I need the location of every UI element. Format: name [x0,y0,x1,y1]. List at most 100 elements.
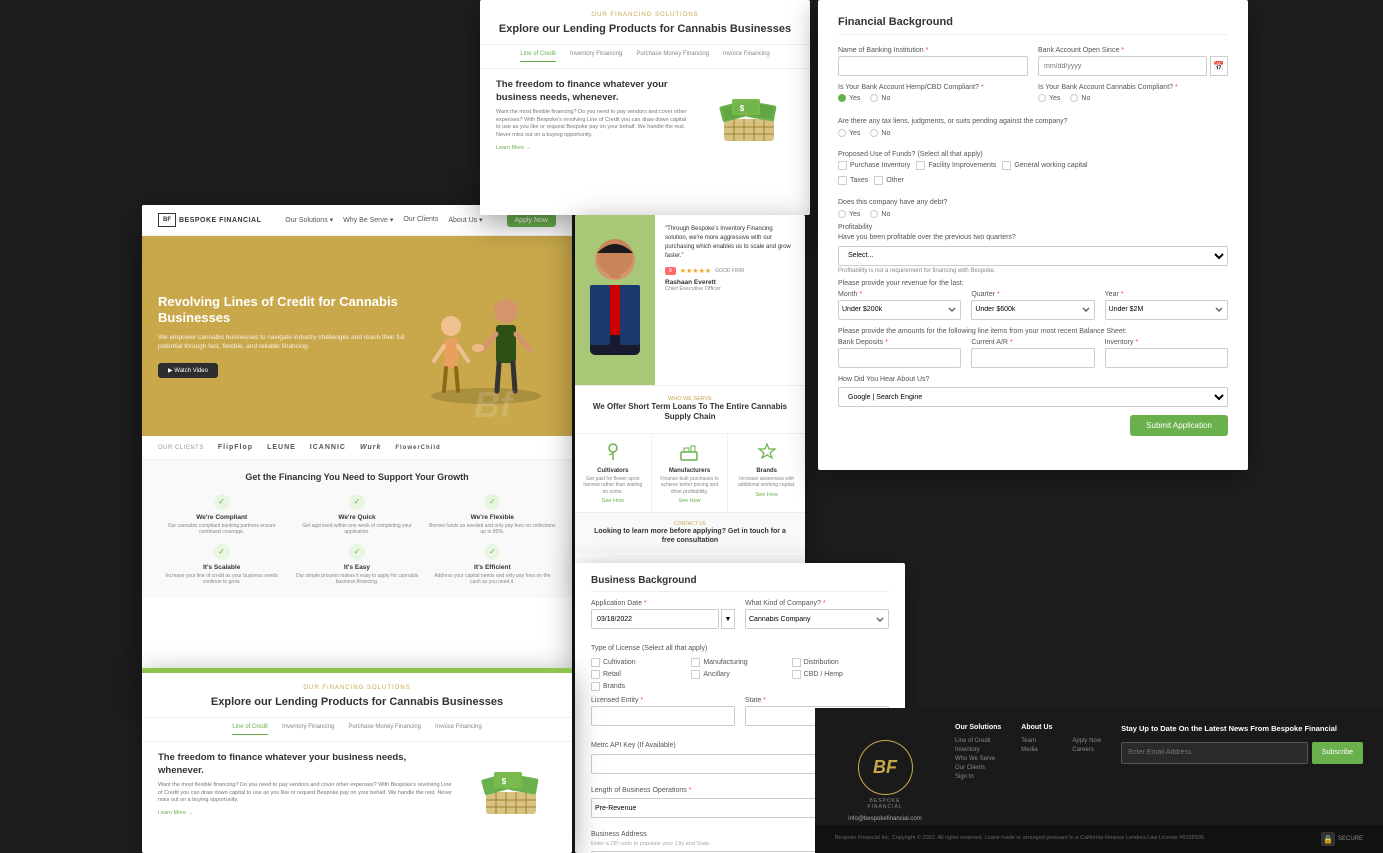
checkbox-working-capital[interactable]: General working capital [1002,161,1087,170]
inventory-input[interactable] [1105,348,1228,368]
bf-watermark: Bf [474,384,512,426]
hemp-yes-radio[interactable]: Yes [838,94,860,102]
tab-inventory[interactable]: Inventory Financing [570,51,622,62]
profitability-select[interactable]: Select... [838,246,1228,266]
app-date-calendar-icon[interactable]: ▼ [721,609,735,629]
logo-box: BF [158,213,176,227]
tab-purchase-money[interactable]: Purchase Money Financing [636,51,709,62]
supply-title: We Offer Short Term Loans To The Entire … [587,402,793,423]
supply-brands: Brands Increase awareness with additiona… [728,434,805,513]
newsletter-email-input[interactable] [1121,742,1308,764]
manufacturers-see-how[interactable]: See How [658,498,722,504]
lic-cultivation[interactable]: Cultivation [591,658,688,667]
footer-brand: BESPOKEFINANCIAL [867,798,902,810]
banking-institution-label: Name of Banking Institution * [838,47,1028,54]
checkbox-other[interactable]: Other [874,176,904,185]
debt-group: Does this company have any debt? Yes No [838,191,1228,218]
license-type-label: Type of License (Select all that apply) [591,645,707,652]
feature-efficient-desc: Address your capital needs and only pay … [429,573,556,586]
footer-nav-col-solutions: Our Solutions Line of Credit Inventory W… [955,724,1001,837]
testimonial-rating: 9 ★★★★★ GOOD FIRM [665,267,795,275]
hero-watch-btn[interactable]: ▶ Watch Video [158,363,218,378]
footer-link-sign-in[interactable]: Sign In [955,774,1001,780]
banking-institution-group: Name of Banking Institution * [838,47,1028,76]
lic-distribution-box [792,658,801,667]
revenue-month-select[interactable]: Under $200k [838,300,961,320]
hear-select[interactable]: Google | Search Engine [838,387,1228,407]
calendar-icon[interactable]: 📅 [1210,56,1228,76]
cannabis-no-radio[interactable]: No [1070,94,1090,102]
tab-bottom-purchase[interactable]: Purchase Money Financing [348,724,421,735]
revenue-year-group: Year * Under $2M [1105,291,1228,320]
hemp-compliant-group: Is Your Bank Account Hemp/CBD Compliant?… [838,84,1028,102]
footer-logo-area: BF BESPOKEFINANCIAL info@bespokefinancia… [835,724,935,837]
nav-apply-btn[interactable]: Apply Now [507,214,556,227]
client-flowerchild: FlowerChild [395,445,440,451]
lending-tabs: Line of Credit Inventory Financing Purch… [480,45,810,69]
lending-bottom-header: OUR FINANCING SOLUTIONS Explore our Lend… [142,673,572,718]
debt-no-radio[interactable]: No [870,210,890,218]
license-type-group: Type of License (Select all that apply) … [591,637,889,691]
nav-links: Our Solutions ▾ Why Be Serve ▾ Our Clien… [285,216,482,224]
nav-clients[interactable]: Our Clients [403,216,438,224]
cannabis-yes-radio[interactable]: Yes [1038,94,1060,102]
cultivators-see-how[interactable]: See How [581,498,645,504]
lending-bottom-more[interactable]: Learn More → [158,810,454,816]
footer-link-media[interactable]: Media [1021,747,1052,753]
judgments-no-radio[interactable]: No [870,129,890,137]
lic-brands[interactable]: Brands [591,682,688,691]
tab-invoice[interactable]: Invoice Financing [723,51,770,62]
tab-bottom-invoice[interactable]: Invoice Financing [435,724,482,735]
checkbox-inventory[interactable]: Purchase Inventory [838,161,910,170]
footer-link-apply-now[interactable]: Apply Now [1072,738,1101,744]
footer-link-team[interactable]: Team [1021,738,1052,744]
footer-link-loc[interactable]: Line of Credit [955,738,1001,744]
debt-yes-dot [838,210,846,218]
lic-retail-box [591,670,600,679]
licensed-entity-input[interactable] [591,706,735,726]
revenue-quarter-label: Quarter * [971,291,1094,298]
lending-illustration: $ [704,79,794,154]
footer-link-who-serve[interactable]: Who We Serve [955,756,1001,762]
company-type-group: What Kind of Company? * Cannabis Company [745,600,889,629]
footer-nav-extra-title [1072,724,1101,731]
supply-chain-page: "Through Bespoke's Inventory Financing s… [575,215,805,570]
lic-distribution[interactable]: Distribution [792,658,889,667]
supply-manufacturers: Manufacturers Finance bulk purchases to … [652,434,729,513]
company-type-select[interactable]: Cannabis Company [745,609,889,629]
debt-yes-radio[interactable]: Yes [838,210,860,218]
judgments-yes-radio[interactable]: Yes [838,129,860,137]
lic-ancillary[interactable]: Ancillary [691,670,788,679]
tab-bottom-inventory[interactable]: Inventory Financing [282,724,334,735]
proposed-use-label: Proposed Use of Funds? (Select all that … [838,151,983,158]
footer-link-inventory[interactable]: Inventory [955,747,1001,753]
revenue-month-label: Month * [838,291,961,298]
hemp-no-radio[interactable]: No [870,94,890,102]
submit-btn[interactable]: Submit Application [1130,415,1228,436]
current-ar-input[interactable] [971,348,1094,368]
revenue-quarter-select[interactable]: Under $600k [971,300,1094,320]
tab-line-of-credit[interactable]: Line of Credit [520,51,556,62]
bank-open-since-input[interactable] [1038,56,1207,76]
tab-bottom-loc[interactable]: Line of Credit [232,724,268,735]
nav-serve[interactable]: Why Be Serve ▾ [343,216,393,224]
checkbox-taxes[interactable]: Taxes [838,176,868,185]
footer-link-careers[interactable]: Careers [1072,747,1101,753]
lic-retail[interactable]: Retail [591,670,688,679]
cultivators-icon [581,442,645,465]
nav-solutions[interactable]: Our Solutions ▾ [285,216,333,224]
nav-about[interactable]: About Us ▾ [448,216,482,224]
banking-institution-input[interactable] [838,56,1028,76]
lending-more-link[interactable]: Learn More → [496,145,692,151]
lic-cbd-hemp[interactable]: CBD / Hemp [792,670,889,679]
footer-link-our-clients[interactable]: Our Clients [955,765,1001,771]
bank-deposits-input[interactable] [838,348,961,368]
secure-badge: 🔒 SECURE [1321,832,1363,846]
brands-icon [734,442,799,465]
newsletter-subscribe-btn[interactable]: Subscribe [1312,742,1363,764]
revenue-year-select[interactable]: Under $2M [1105,300,1228,320]
app-date-input[interactable] [591,609,719,629]
checkbox-facility[interactable]: Facility Improvements [916,161,996,170]
brands-see-how[interactable]: See How [734,492,799,498]
lic-manufacturing[interactable]: Manufacturing [691,658,788,667]
